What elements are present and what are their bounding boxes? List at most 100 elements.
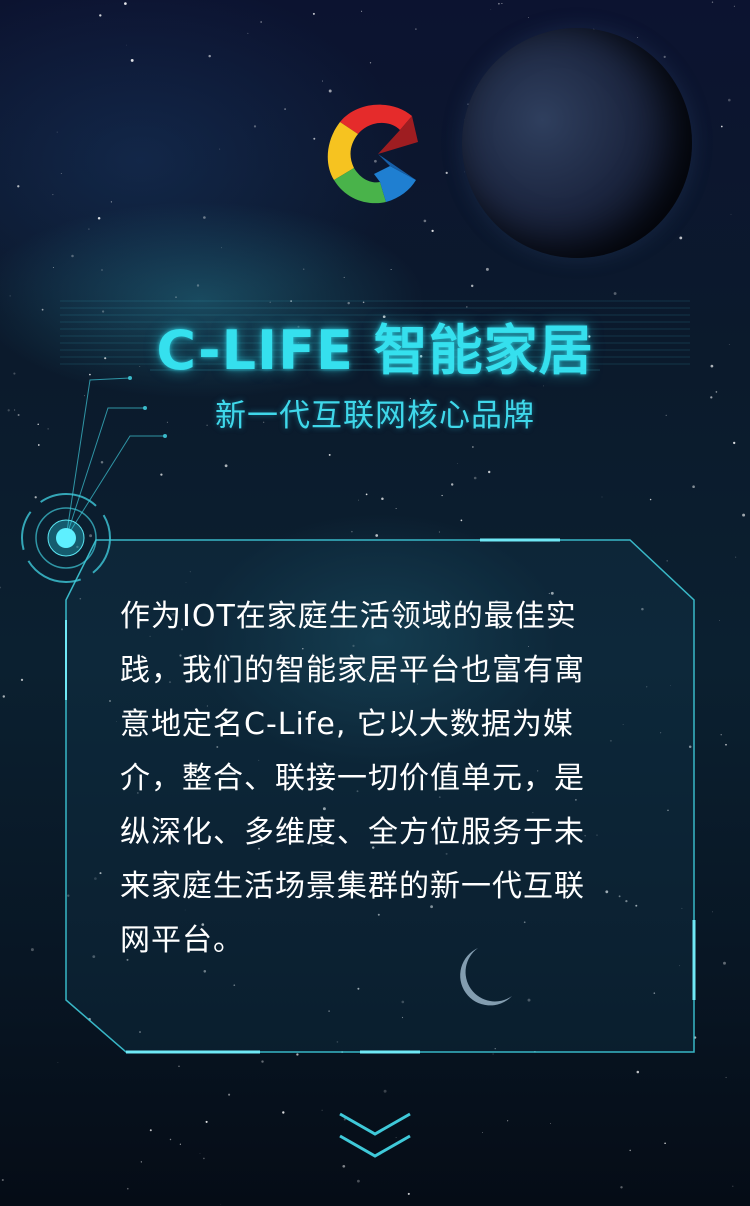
star xyxy=(99,14,102,17)
star xyxy=(629,1149,631,1152)
star xyxy=(473,476,477,480)
star xyxy=(732,1185,734,1187)
star xyxy=(110,201,113,203)
star xyxy=(124,2,127,5)
star xyxy=(742,513,746,517)
star xyxy=(401,1000,405,1004)
star xyxy=(313,137,316,140)
star xyxy=(679,236,683,240)
star xyxy=(492,1053,494,1055)
star xyxy=(730,213,732,215)
star xyxy=(220,1203,222,1205)
star xyxy=(219,148,221,150)
star xyxy=(67,894,70,897)
star xyxy=(185,582,187,583)
star xyxy=(720,734,722,736)
star xyxy=(199,1153,201,1154)
star xyxy=(498,2,500,5)
star xyxy=(328,453,331,456)
star xyxy=(282,1111,285,1114)
intro-line: 意地定名C-Life, 它以大数据为媒 xyxy=(120,707,574,742)
star xyxy=(88,228,90,230)
star xyxy=(407,1192,410,1195)
star xyxy=(679,965,681,967)
star xyxy=(482,1132,484,1134)
star xyxy=(725,743,727,746)
star xyxy=(357,987,360,990)
double-chevron-down-icon[interactable] xyxy=(336,1108,414,1164)
star xyxy=(688,745,692,749)
star xyxy=(369,62,372,64)
star xyxy=(189,571,191,573)
star xyxy=(395,507,397,509)
star xyxy=(667,809,669,812)
star xyxy=(336,1041,339,1043)
star xyxy=(733,5,735,7)
star xyxy=(203,970,207,973)
star xyxy=(472,446,474,448)
brand-subtitle: 新一代互联网核心品牌 xyxy=(215,398,535,434)
star xyxy=(613,292,617,295)
star xyxy=(92,955,96,958)
star xyxy=(52,194,54,196)
target-node-icon xyxy=(21,493,111,583)
star xyxy=(261,1060,264,1063)
star xyxy=(457,463,458,464)
star xyxy=(233,984,236,987)
star xyxy=(470,284,474,288)
star xyxy=(57,1062,59,1063)
star xyxy=(100,461,104,464)
star xyxy=(719,620,720,621)
star xyxy=(1,1178,4,1182)
star xyxy=(361,10,363,12)
star xyxy=(365,493,368,496)
brand-title: C-LIFE 智能家居 xyxy=(156,319,594,382)
star xyxy=(253,125,257,128)
star xyxy=(720,125,723,128)
star xyxy=(693,1036,697,1039)
star xyxy=(37,444,40,446)
star xyxy=(494,1048,496,1050)
star xyxy=(438,531,440,533)
star xyxy=(343,276,345,278)
star xyxy=(460,519,463,522)
star xyxy=(205,1120,208,1123)
star xyxy=(681,907,683,909)
star xyxy=(712,911,714,913)
star xyxy=(527,998,531,1002)
c-life-logo xyxy=(327,104,418,204)
star xyxy=(9,295,11,297)
star xyxy=(109,700,111,702)
star xyxy=(543,385,545,387)
star xyxy=(88,1017,91,1021)
star xyxy=(488,470,491,474)
star xyxy=(260,21,262,23)
star xyxy=(116,720,118,722)
star xyxy=(664,1142,666,1145)
star xyxy=(296,1053,299,1056)
star xyxy=(527,17,529,19)
star xyxy=(228,1093,231,1096)
star xyxy=(735,556,737,558)
star xyxy=(358,499,359,501)
star xyxy=(357,1179,360,1183)
star xyxy=(660,732,662,734)
star xyxy=(247,32,249,34)
intro-line: 践，我们的智能家居平台也富有寓 xyxy=(120,653,585,688)
star xyxy=(160,473,163,476)
star xyxy=(636,1070,640,1074)
star xyxy=(328,1010,330,1012)
star xyxy=(666,560,668,562)
star xyxy=(723,961,726,965)
star xyxy=(445,171,448,175)
star xyxy=(178,1065,180,1068)
star xyxy=(415,28,417,30)
star xyxy=(149,1129,152,1132)
star xyxy=(383,1089,387,1093)
star xyxy=(224,464,228,468)
star xyxy=(20,678,24,682)
star xyxy=(126,44,127,46)
star xyxy=(485,267,489,271)
star xyxy=(401,1016,404,1019)
star xyxy=(620,1186,623,1189)
